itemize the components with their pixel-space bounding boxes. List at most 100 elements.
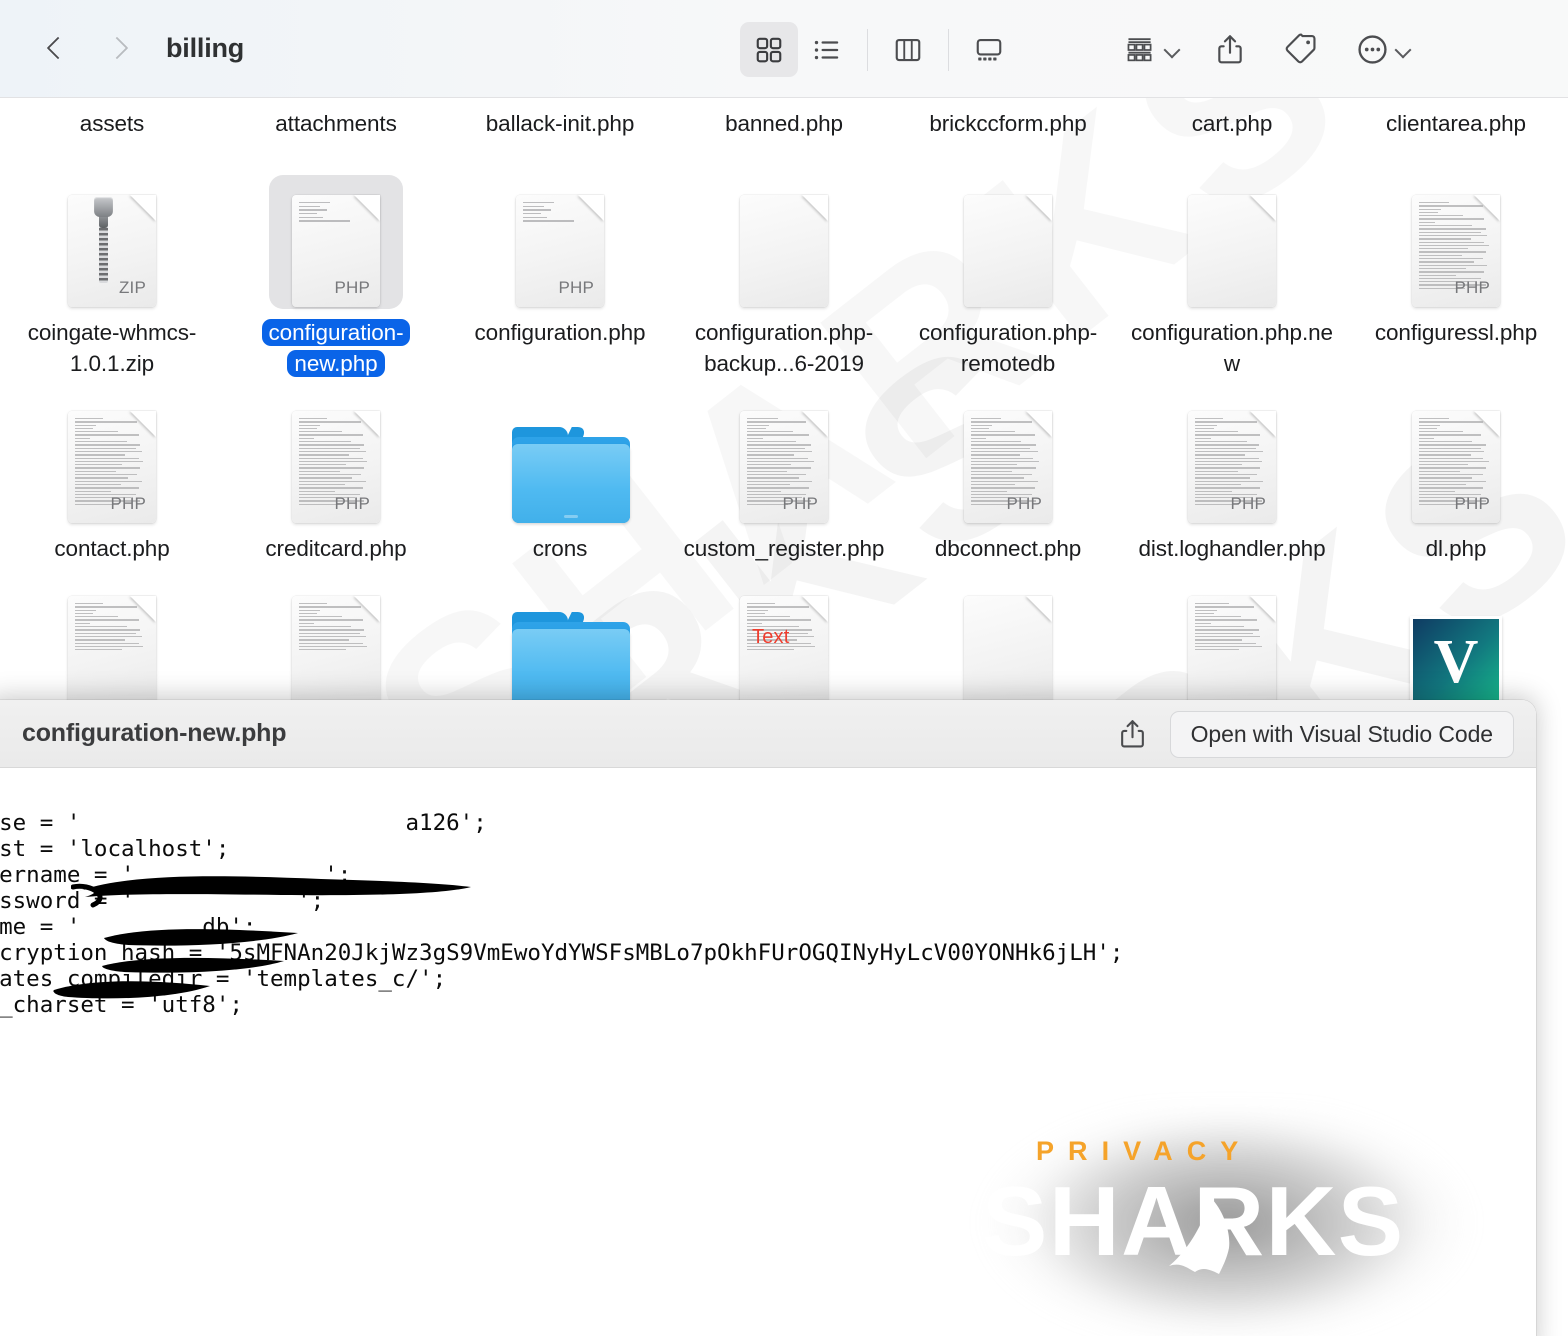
- vim-app-icon: V: [1410, 616, 1502, 708]
- logo-privacy-text: PRIVACY: [1036, 1136, 1253, 1166]
- file-extension-label: Text: [752, 626, 790, 648]
- file-label: brickccform.php: [929, 111, 1087, 136]
- doc-preview-lines: [1195, 603, 1269, 700]
- file-item[interactable]: PHP configuressl.php: [1344, 177, 1568, 379]
- file-extension-label: PHP: [1454, 494, 1490, 513]
- file-icon: PHP: [736, 393, 832, 523]
- file-label: coingate-whmcs-1.0.1.zip: [27, 320, 197, 376]
- text-file-icon: Text: [740, 596, 828, 708]
- file-item[interactable]: clientarea.php: [1344, 108, 1568, 139]
- gallery-view-button[interactable]: [960, 22, 1018, 77]
- file-item[interactable]: PHP configuration.php: [448, 177, 672, 379]
- tag-icon: [1285, 33, 1316, 64]
- php-file-icon: PHP: [68, 411, 156, 523]
- file-icon: PHP: [288, 393, 384, 523]
- file-item[interactable]: configuration.php.new: [1120, 177, 1344, 379]
- code-preview: p ense = ' a126'; host = 'localhost'; us…: [0, 810, 1124, 1018]
- folder-item[interactable]: [448, 578, 672, 708]
- blank-file-icon: [740, 195, 828, 307]
- quicklook-header: configuration-new.php Open with Visual S…: [0, 700, 1536, 768]
- php-file-icon: PHP: [1412, 195, 1500, 307]
- blank-file-icon: [1188, 195, 1276, 307]
- app-letter: V: [1433, 628, 1479, 696]
- file-extension-label: PHP: [334, 494, 370, 513]
- logo-glow: [958, 1110, 1518, 1336]
- file-item[interactable]: brickccform.php: [896, 108, 1120, 139]
- file-item[interactable]: ZIP coingate-whmcs-1.0.1.zip: [0, 177, 224, 379]
- quicklook-title: configuration-new.php: [22, 719, 287, 747]
- window-title: billing: [166, 33, 245, 63]
- file-row: ZIP coingate-whmcs-1.0.1.zip PHP configu…: [0, 175, 1568, 379]
- file-label: cart.php: [1191, 111, 1273, 136]
- file-label: configuration.php-remotedb: [918, 320, 1098, 376]
- file-item[interactable]: [224, 578, 448, 708]
- columns-icon: [895, 38, 921, 61]
- open-with-button[interactable]: Open with Visual Studio Code: [1169, 710, 1514, 758]
- doc-preview-lines: [299, 202, 352, 224]
- php-file-icon: [1188, 596, 1276, 708]
- file-item[interactable]: PHP creditcard.php: [224, 393, 448, 564]
- file-item[interactable]: [896, 578, 1120, 708]
- file-label: clientarea.php: [1386, 111, 1526, 136]
- finder-toolbar: billing: [0, 0, 1568, 98]
- share-button[interactable]: [1208, 22, 1252, 77]
- quicklook-panel: configuration-new.php Open with Visual S…: [0, 700, 1536, 1336]
- file-item[interactable]: banned.php: [672, 108, 896, 139]
- file-icon: [512, 578, 630, 708]
- file-icon: [288, 578, 384, 708]
- file-item[interactable]: PHP custom_register.php: [672, 393, 896, 564]
- file-item[interactable]: [0, 578, 224, 708]
- back-button[interactable]: [34, 29, 74, 69]
- file-item[interactable]: ballack-init.php: [448, 108, 672, 139]
- file-extension-label: PHP: [1454, 278, 1490, 297]
- toolbar-actions: [1120, 22, 1417, 77]
- file-item[interactable]: configuration.php-backup...6-2019: [672, 177, 896, 379]
- file-icon: [736, 177, 832, 307]
- quicklook-body: p ense = ' a126'; host = 'localhost'; us…: [0, 768, 1536, 1336]
- grid-icon: [756, 37, 782, 62]
- file-item[interactable]: PHP contact.php: [0, 393, 224, 564]
- finder-window: SHARKS SHARKS SHARKS billing: [0, 0, 1568, 1336]
- toolbar-divider: [867, 28, 868, 71]
- file-item[interactable]: configuration.php-remotedb: [896, 177, 1120, 379]
- file-item[interactable]: assets: [0, 108, 224, 139]
- list-view-button[interactable]: [798, 22, 856, 77]
- file-item[interactable]: Text: [672, 578, 896, 708]
- more-options-button[interactable]: [1350, 22, 1417, 77]
- folder-icon: [512, 427, 630, 523]
- file-item[interactable]: [1120, 578, 1344, 708]
- file-label: configuration.php-backup...6-2019: [694, 320, 874, 376]
- icon-view-button[interactable]: [740, 22, 798, 77]
- php-file-icon: PHP: [516, 195, 604, 307]
- chevron-left-icon: [47, 36, 62, 62]
- file-item[interactable]: cart.php: [1120, 108, 1344, 139]
- blank-file-icon: [964, 195, 1052, 307]
- blank-file-icon: [964, 596, 1052, 708]
- group-by-button[interactable]: [1120, 22, 1186, 77]
- file-item-selected[interactable]: PHP configuration-new.php: [224, 175, 448, 379]
- app-item[interactable]: V: [1344, 578, 1568, 708]
- file-item[interactable]: PHP dist.loghandler.php: [1120, 393, 1344, 564]
- column-view-button[interactable]: [879, 22, 937, 77]
- doc-preview-lines: [75, 603, 149, 700]
- file-item[interactable]: attachments: [224, 108, 448, 139]
- file-item[interactable]: PHP dl.php: [1344, 393, 1568, 564]
- file-item[interactable]: PHP dbconnect.php: [896, 393, 1120, 564]
- folder-item[interactable]: crons: [448, 393, 672, 564]
- doc-preview-lines: [523, 202, 576, 224]
- privacy-sharks-logo: PRIVACY SHARKS: [958, 1110, 1518, 1336]
- file-icon: ZIP: [64, 177, 160, 307]
- php-file-icon: PHP: [740, 411, 828, 523]
- file-icon: [1184, 578, 1280, 708]
- doc-preview-lines: [747, 603, 821, 700]
- file-extension-label: PHP: [110, 494, 146, 513]
- file-icon: PHP: [960, 393, 1056, 523]
- quicklook-share-button[interactable]: [1117, 718, 1148, 750]
- file-icon: Text: [736, 578, 832, 708]
- tags-button[interactable]: [1278, 22, 1324, 77]
- view-mode-group: [740, 22, 1018, 77]
- file-label: creditcard.php: [265, 536, 407, 561]
- file-label: configuration.php.new: [1131, 320, 1333, 376]
- file-icon: [960, 177, 1056, 307]
- forward-button[interactable]: [96, 29, 136, 69]
